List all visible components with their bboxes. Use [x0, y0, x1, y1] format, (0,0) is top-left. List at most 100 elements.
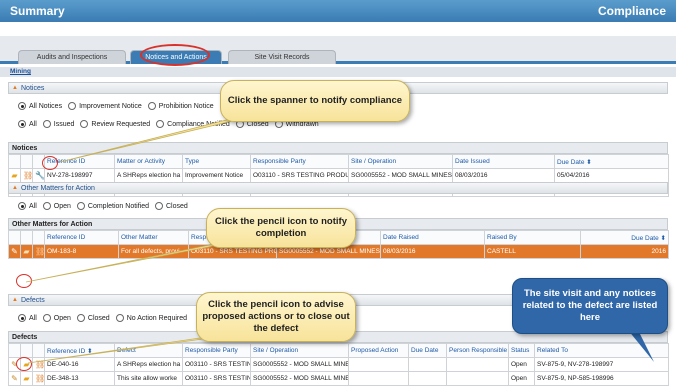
- callout-related: The site visit and any notices related t…: [512, 278, 668, 334]
- radio-label: Completion Notified: [87, 202, 149, 210]
- cell: [348, 371, 409, 386]
- col-other-matter[interactable]: Other Matter: [118, 230, 189, 245]
- folder-icon[interactable]: ▰: [23, 246, 30, 258]
- radio-all[interactable]: [18, 202, 26, 210]
- page-title: Summary: [10, 4, 65, 18]
- col-due-date[interactable]: Due Date ⬍: [580, 230, 669, 245]
- cell: [348, 357, 409, 372]
- link-icon[interactable]: ⛓: [23, 170, 32, 182]
- radio-compliance-notified[interactable]: [156, 120, 165, 128]
- col-due-date[interactable]: Due Date ⬍: [554, 154, 669, 169]
- radio-label: All: [29, 202, 37, 210]
- cell: 2016: [580, 244, 669, 259]
- radio-label: Issued: [53, 120, 75, 128]
- link-icon[interactable]: ⛓: [35, 359, 44, 371]
- cell: DE-040-16: [44, 357, 115, 372]
- radio-all-notices[interactable]: [18, 102, 26, 110]
- col-person-responsible[interactable]: Person Responsible: [446, 343, 509, 358]
- cell: SG0005552 - MOD SMALL MINES: [348, 168, 453, 183]
- col-matter[interactable]: Matter or Activity: [114, 154, 183, 169]
- radio-label: Closed: [166, 202, 188, 210]
- collapse-icon: ▲: [12, 297, 18, 303]
- tab-audits[interactable]: Audits and Inspections: [18, 50, 126, 64]
- sort-icon: ⬍: [660, 234, 666, 242]
- cell: OM-183-8: [44, 244, 119, 259]
- callout-pencil-completion: Click the pencil icon to notify completi…: [206, 208, 356, 248]
- radio-prohibition[interactable]: [147, 102, 156, 110]
- col-date-raised[interactable]: Date Raised: [380, 230, 485, 245]
- radio-all[interactable]: [18, 120, 26, 128]
- cell: [408, 371, 447, 386]
- col-defect[interactable]: Defect: [114, 343, 183, 358]
- radio-label: No Action Required: [126, 314, 188, 322]
- radio-open[interactable]: [42, 202, 51, 210]
- radio-no-action[interactable]: [115, 314, 124, 322]
- col-site[interactable]: Site / Operation: [250, 343, 349, 358]
- other-status-filter: All Open Completion Notified Closed: [12, 200, 188, 212]
- sort-icon: ⬍: [586, 158, 592, 166]
- cell: [446, 357, 509, 372]
- radio-completion-notified[interactable]: [76, 202, 85, 210]
- table-row[interactable]: ✎ ▰ ⛓ DE-040-16 A SHReps election ha O03…: [8, 357, 669, 372]
- tab-highlight-ring: [140, 44, 210, 66]
- col-reference-id[interactable]: Reference ID ⬍: [44, 343, 115, 358]
- radio-label: Review Requested: [91, 120, 151, 128]
- col-type[interactable]: Type: [182, 154, 251, 169]
- radio-review-requested[interactable]: [80, 120, 89, 128]
- cell: NV-278-198997: [44, 168, 115, 183]
- radio-closed[interactable]: [76, 314, 85, 322]
- notices-grid-title: Notices: [8, 142, 668, 154]
- cell: SV-875-9, NV-278-198997: [534, 357, 669, 372]
- cell: 05/04/2016: [554, 168, 669, 183]
- link-icon[interactable]: ⛓: [35, 246, 44, 258]
- radio-label: All: [29, 120, 37, 128]
- cell: O03110 - SRS TESTING PRODUC: [182, 357, 251, 372]
- cell: This site allow worke: [114, 371, 183, 386]
- col-responsible-party[interactable]: Responsible Party: [250, 154, 349, 169]
- col-related-to[interactable]: Related To: [534, 343, 669, 358]
- folder-icon[interactable]: ▰: [11, 170, 18, 182]
- col-responsible-party[interactable]: Responsible Party: [182, 343, 251, 358]
- pencil-highlight-ring: [16, 274, 32, 288]
- sort-icon: ⬍: [87, 347, 93, 355]
- defects-table: Reference ID ⬍ Defect Responsible Party …: [8, 343, 669, 386]
- table-header-row: Reference ID Matter or Activity Type Res…: [8, 154, 669, 169]
- col-reference-id[interactable]: Reference ID: [44, 230, 119, 245]
- cell: SV-875-9, NP-585-198996: [534, 371, 669, 386]
- defects-section-title: Defects: [21, 297, 45, 304]
- radio-label: Open: [53, 202, 71, 210]
- radio-all[interactable]: [18, 314, 26, 322]
- pencil-icon[interactable]: ✎: [11, 246, 18, 258]
- tab-bar: Audits and Inspections Notices and Actio…: [0, 36, 676, 64]
- subnav-mining-link[interactable]: Mining: [10, 68, 31, 75]
- col-status[interactable]: Status: [508, 343, 535, 358]
- wrench-icon[interactable]: 🔧: [35, 170, 44, 182]
- cell: Open: [508, 357, 535, 372]
- radio-label: Compliance Notified: [167, 120, 230, 128]
- link-icon[interactable]: ⛓: [35, 373, 44, 385]
- col-site[interactable]: Site / Operation: [348, 154, 453, 169]
- col-due-date[interactable]: Due Date: [408, 343, 447, 358]
- radio-label: Prohibition Notice: [158, 102, 214, 110]
- col-raised-by[interactable]: Raised By: [484, 230, 581, 245]
- cell: For all defects, provi: [118, 244, 189, 259]
- table-row[interactable]: ▰ ⛓ 🔧 NV-278-198997 A SHReps election ha…: [8, 168, 669, 183]
- pencil-highlight-ring: [16, 357, 32, 371]
- radio-closed[interactable]: [155, 202, 163, 210]
- radio-improvement[interactable]: [68, 102, 77, 110]
- title-bar: Summary Compliance: [0, 0, 676, 22]
- folder-icon[interactable]: ▰: [23, 373, 30, 385]
- cell: Improvement Notice: [182, 168, 251, 183]
- radio-open[interactable]: [42, 314, 51, 322]
- col-proposed-action[interactable]: Proposed Action: [348, 343, 409, 358]
- notice-type-filter: All Notices Improvement Notice Prohibiti…: [12, 100, 214, 112]
- col-date-issued[interactable]: Date Issued: [452, 154, 555, 169]
- tab-site-visits[interactable]: Site Visit Records: [228, 50, 336, 64]
- table-row[interactable]: ✎ ▰ ⛓ DE-348-13 This site allow worke O0…: [8, 371, 669, 386]
- radio-label: All Notices: [29, 102, 63, 110]
- other-section-header[interactable]: ▲ Other Matters for Action: [8, 182, 668, 194]
- pencil-icon[interactable]: ✎: [11, 373, 18, 385]
- collapse-icon: ▲: [12, 185, 18, 191]
- radio-issued[interactable]: [42, 120, 51, 128]
- wrench-highlight-ring: [42, 156, 58, 170]
